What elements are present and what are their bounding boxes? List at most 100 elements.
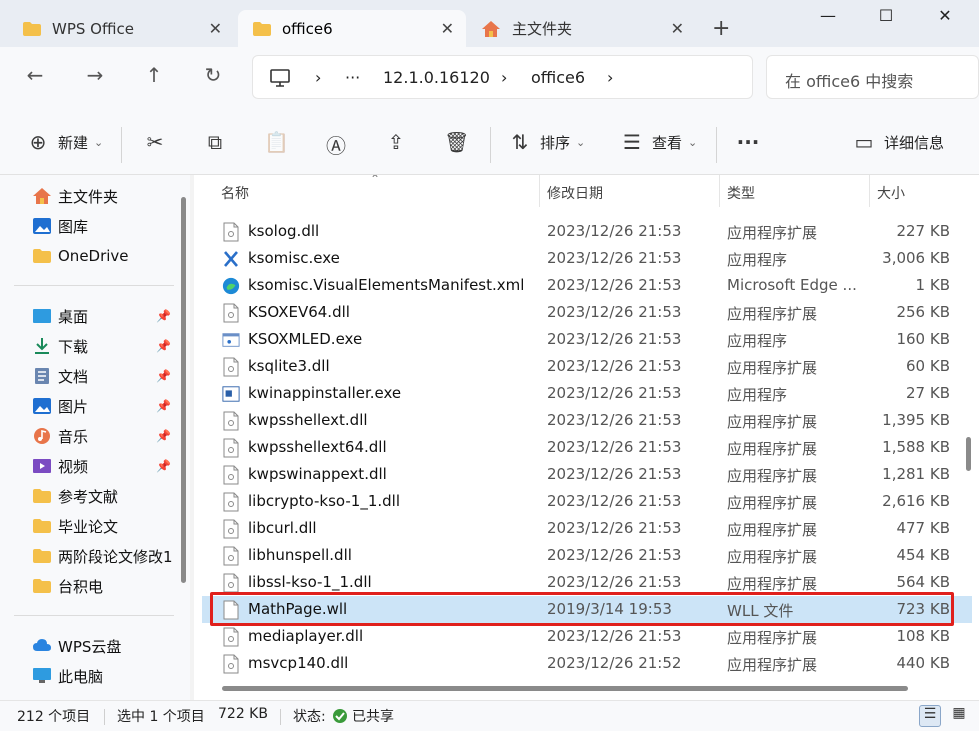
- sidebar-item-this-pc[interactable]: 此电脑: [32, 664, 103, 688]
- sidebar-item-gallery[interactable]: 图库: [32, 214, 88, 238]
- scissors-icon: ✂: [146, 130, 164, 154]
- sidebar-item-desktop[interactable]: 桌面 📌: [32, 304, 171, 328]
- navigation-bar: ← → ↑ ↻ › ··· 12.1.0.16120 › office6 › 在…: [0, 47, 979, 107]
- table-row[interactable]: KSOXMLED.exe 2023/12/26 21:53 应用程序 160 KB: [202, 326, 972, 353]
- sidebar-item-label: 音乐: [58, 427, 89, 446]
- breadcrumb-office6[interactable]: office6: [531, 68, 585, 87]
- table-row[interactable]: libhunspell.dll 2023/12/26 21:53 应用程序扩展 454…: [202, 542, 972, 569]
- table-row[interactable]: libcrypto-kso-1_1.dll 2023/12/26 21:53 应用程…: [202, 488, 972, 515]
- file-size: 1,395 KB: [882, 411, 950, 429]
- dll-file-icon: [222, 627, 240, 647]
- table-row[interactable]: kwinappinstaller.exe 2023/12/26 21:53 应用程序…: [202, 380, 972, 407]
- dll-file-icon: [222, 222, 240, 242]
- table-row[interactable]: kwpsshellext.dll 2023/12/26 21:53 应用程序扩展 1,…: [202, 407, 972, 434]
- paste-button[interactable]: 📋: [264, 130, 289, 154]
- file-date: 2023/12/26 21:53: [547, 303, 682, 321]
- maximize-icon[interactable]: ☐: [871, 6, 901, 25]
- breadcrumb-version[interactable]: 12.1.0.16120: [383, 68, 490, 87]
- tab-label: office6: [282, 19, 333, 38]
- table-row[interactable]: kwpswinappext.dll 2023/12/26 21:53 应用程序扩展 1…: [202, 461, 972, 488]
- exe-window-icon: [222, 330, 240, 350]
- cut-button[interactable]: ✂: [143, 130, 167, 154]
- table-row[interactable]: ksolog.dll 2023/12/26 21:53 应用程序扩展 227 KB: [202, 218, 972, 245]
- file-size: 454 KB: [896, 546, 950, 564]
- sidebar-item-documents[interactable]: 文档 📌: [32, 364, 171, 388]
- sidebar-item-folder[interactable]: 台积电: [32, 574, 103, 598]
- close-icon[interactable]: ✕: [209, 19, 222, 38]
- sidebar-item-folder[interactable]: 毕业论文: [32, 514, 118, 538]
- sidebar-item-downloads[interactable]: 下载 📌: [32, 334, 171, 358]
- sidebar-item-pictures[interactable]: 图片 📌: [32, 394, 171, 418]
- sidebar-item-wps-cloud[interactable]: WPS云盘: [32, 634, 121, 658]
- view-button[interactable]: ☰ 查看 ⌄: [620, 130, 697, 154]
- sidebar-item-videos[interactable]: 视频 📌: [32, 454, 171, 478]
- sidebar-item-home[interactable]: 主文件夹: [32, 184, 118, 208]
- sidebar-item-folder[interactable]: 参考文献: [32, 484, 118, 508]
- file-date: 2023/12/26 21:53: [547, 519, 682, 537]
- search-input[interactable]: 在 office6 中搜索: [766, 55, 979, 99]
- table-row[interactable]: ksqlite3.dll 2023/12/26 21:53 应用程序扩展 60 KB: [202, 353, 972, 380]
- sort-button[interactable]: ⇅ 排序 ⌄: [508, 130, 586, 154]
- pin-icon[interactable]: 📌: [156, 399, 171, 413]
- table-row[interactable]: ksomisc.VisualElementsManifest.xml 2023/1…: [202, 272, 972, 299]
- tab-wps-office[interactable]: WPS Office ✕: [8, 10, 234, 47]
- table-row[interactable]: mediaplayer.dll 2023/12/26 21:53 应用程序扩展 108…: [202, 623, 972, 650]
- more-button[interactable]: ···: [736, 130, 760, 154]
- sidebar-item-onedrive[interactable]: OneDrive: [32, 244, 129, 268]
- sidebar-item-music[interactable]: 音乐 📌: [32, 424, 171, 448]
- pin-icon[interactable]: 📌: [156, 429, 171, 443]
- close-window-icon[interactable]: ✕: [930, 6, 960, 25]
- back-arrow-icon[interactable]: ←: [20, 63, 50, 87]
- close-icon[interactable]: ✕: [441, 19, 454, 38]
- dll-file-icon: [222, 411, 240, 431]
- breadcrumb-overflow[interactable]: ···: [345, 68, 360, 87]
- copy-button[interactable]: ⧉: [203, 130, 227, 154]
- sidebar-divider: [14, 285, 174, 286]
- dll-file-icon: [222, 573, 240, 593]
- rename-icon: Ⓐ: [326, 134, 346, 158]
- vertical-scrollbar[interactable]: [966, 437, 971, 471]
- new-tab-icon[interactable]: +: [712, 16, 730, 41]
- file-size: 27 KB: [906, 384, 950, 402]
- sidebar-item-folder[interactable]: 两阶段论文修改1: [32, 544, 178, 568]
- rename-button[interactable]: Ⓐ: [324, 130, 348, 159]
- item-count: 212 个项目: [17, 709, 91, 725]
- details-button[interactable]: ▭ 详细信息: [852, 130, 944, 154]
- pin-icon[interactable]: 📌: [156, 459, 171, 473]
- file-type: 应用程序扩展: [727, 521, 818, 539]
- pin-icon[interactable]: 📌: [156, 339, 171, 353]
- table-row[interactable]: kwpsshellext64.dll 2023/12/26 21:53 应用程序扩展…: [202, 434, 972, 461]
- table-row[interactable]: ksomisc.exe 2023/12/26 21:53 应用程序 3,006 KB: [202, 245, 972, 272]
- file-date: 2023/12/26 21:53: [547, 627, 682, 645]
- forward-arrow-icon[interactable]: →: [80, 63, 110, 87]
- address-bar[interactable]: › ··· 12.1.0.16120 › office6 ›: [252, 55, 753, 99]
- video-icon: [33, 459, 51, 473]
- tiles-view-icon[interactable]: ▦: [948, 705, 970, 727]
- table-row[interactable]: KSOXEV64.dll 2023/12/26 21:53 应用程序扩展 256 KB: [202, 299, 972, 326]
- minimize-icon[interactable]: —: [813, 6, 843, 25]
- dll-file-icon: [222, 654, 240, 674]
- pin-icon[interactable]: 📌: [156, 309, 171, 323]
- sidebar-scrollbar[interactable]: [181, 197, 186, 583]
- file-name: ksomisc.exe: [248, 249, 340, 267]
- table-row[interactable]: msvcp140.dll 2023/12/26 21:52 应用程序扩展 440 KB: [202, 650, 972, 677]
- delete-button[interactable]: 🗑: [444, 130, 469, 154]
- tab-office6[interactable]: office6 ✕: [238, 10, 466, 47]
- sidebar-item-label: OneDrive: [58, 247, 129, 265]
- horizontal-scrollbar[interactable]: [222, 686, 908, 691]
- tab-home[interactable]: 主文件夹 ✕: [466, 10, 696, 47]
- close-icon[interactable]: ✕: [671, 19, 684, 38]
- file-name: ksolog.dll: [248, 222, 320, 240]
- up-arrow-icon[interactable]: ↑: [139, 63, 169, 87]
- table-row[interactable]: libcurl.dll 2023/12/26 21:53 应用程序扩展 477 KB: [202, 515, 972, 542]
- details-view-icon[interactable]: ☰: [919, 705, 941, 727]
- file-type: 应用程序: [727, 251, 788, 269]
- sidebar-item-label: 视频: [58, 457, 89, 476]
- file-size: 160 KB: [896, 330, 950, 348]
- share-button[interactable]: ⇪: [384, 130, 408, 154]
- pictures-icon: [33, 398, 51, 414]
- new-button[interactable]: ⊕ 新建 ⌄: [26, 130, 104, 154]
- pin-icon[interactable]: 📌: [156, 369, 171, 383]
- gallery-icon: [33, 218, 51, 234]
- refresh-icon[interactable]: ↻: [198, 63, 228, 87]
